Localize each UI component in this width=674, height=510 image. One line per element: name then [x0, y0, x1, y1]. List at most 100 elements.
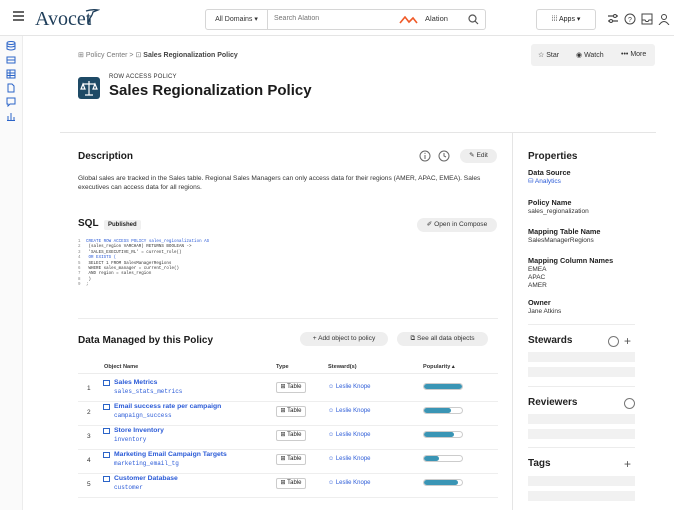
left-sidebar: [0, 36, 23, 510]
object-title[interactable]: Store Inventory: [114, 427, 164, 434]
description-text: Global sales are tracked in the Sales ta…: [78, 175, 481, 191]
table-header-divider: [78, 373, 498, 374]
object-title[interactable]: Email success rate per campaign: [114, 403, 221, 410]
document-icon[interactable]: [6, 83, 16, 93]
object-technical-name: marketing_email_tg: [114, 460, 179, 467]
star-button[interactable]: ☆ Star: [538, 51, 559, 59]
search-icon[interactable]: [468, 14, 479, 25]
object-title[interactable]: Marketing Email Campaign Targets: [114, 451, 227, 458]
edit-label: Edit: [476, 152, 488, 159]
grid-icon: ⊞: [280, 432, 286, 438]
col-stewards[interactable]: Steward(s): [328, 364, 357, 370]
steward-name: Leslie Knope: [335, 480, 371, 486]
description-heading: Description: [78, 151, 134, 162]
code-text: ;: [86, 283, 89, 288]
brand-logo[interactable]: Avocet: [35, 8, 91, 31]
table-row[interactable]: 1 Sales Metrics sales_stats_metrics ⊞ Ta…: [78, 378, 498, 402]
stewards-heading: Stewards: [528, 335, 573, 346]
search-brand: Alation: [425, 14, 448, 23]
watch-label: Watch: [584, 52, 604, 59]
watch-button[interactable]: ◉ Watch: [576, 51, 604, 59]
popularity-bar: [423, 407, 463, 414]
data-source-value: Analytics: [534, 178, 561, 185]
popularity-fill: [424, 432, 455, 437]
col-popularity[interactable]: Popularity ▴: [423, 364, 455, 370]
apps-grid-icon: ⁞⁞⁞: [551, 16, 558, 23]
bird-logo-icon: [85, 9, 100, 24]
placeholder-bar: [528, 367, 635, 377]
table-icon: [103, 380, 110, 386]
stewards-divider: [528, 386, 635, 387]
star-label: Star: [546, 52, 560, 59]
grid-icon: ⊞: [280, 456, 286, 462]
apps-button[interactable]: ⁞⁞⁞ Apps ▾: [536, 9, 596, 30]
data-source-label: Data Source: [528, 168, 571, 177]
menu-icon[interactable]: [13, 11, 24, 21]
code-text: (sales_region VARCHAR) RETURNS BOOLEAN -…: [86, 245, 192, 250]
breadcrumb-root[interactable]: Policy Center: [86, 52, 128, 59]
search-input[interactable]: [274, 15, 404, 22]
steward-name: Leslie Knope: [335, 384, 371, 390]
person-icon: ☺: [328, 456, 335, 462]
eye-icon: ◉: [576, 52, 583, 59]
chat-icon[interactable]: [6, 97, 16, 107]
database-icon[interactable]: [6, 41, 16, 51]
see-all-button[interactable]: ⧉ See all data objects: [397, 332, 488, 346]
code-text: SELECT 1 FROM SalesManagerRegions: [86, 261, 172, 266]
history-icon[interactable]: [624, 398, 635, 409]
data-source-link[interactable]: ⛁ Analytics: [528, 178, 561, 186]
stack-icon[interactable]: [6, 55, 16, 65]
add-steward-icon[interactable]: +: [624, 335, 631, 347]
more-label: More: [630, 51, 647, 58]
popularity-bar: [423, 479, 463, 486]
person-icon: ☺: [328, 432, 335, 438]
user-icon[interactable]: [658, 13, 670, 25]
open-in-compose-button[interactable]: ✐ Open in Compose: [417, 218, 497, 232]
add-tag-icon[interactable]: +: [624, 458, 631, 470]
object-technical-name: sales_stats_metrics: [114, 388, 183, 395]
steward-link[interactable]: ☺ Leslie Knope: [328, 480, 371, 486]
table-row[interactable]: 5 Customer Database customer ⊞ Table ☺ L…: [78, 474, 498, 498]
breadcrumb-separator: >: [129, 52, 134, 59]
compose-icon: ✐: [426, 221, 433, 228]
code-line: 9;: [78, 283, 498, 288]
table-row[interactable]: 4 Marketing Email Campaign Targets marke…: [78, 450, 498, 474]
edit-button[interactable]: ✎ Edit: [460, 149, 497, 163]
status-badge: Published: [104, 220, 141, 230]
domain-selector[interactable]: All Domains ▾: [206, 10, 268, 29]
analytics-icon[interactable]: [6, 111, 16, 121]
more-button[interactable]: ••• More: [621, 51, 646, 58]
inbox-icon[interactable]: [641, 13, 653, 25]
col-object-name[interactable]: Object Name: [104, 364, 138, 370]
person-icon: ☺: [328, 408, 335, 414]
table-row[interactable]: 3 Store Inventory inventory ⊞ Table ☺ Le…: [78, 426, 498, 450]
add-object-button[interactable]: + Add object to policy: [300, 332, 388, 346]
history-icon[interactable]: [438, 150, 450, 162]
history-icon[interactable]: [608, 336, 619, 347]
more-icon: •••: [621, 51, 629, 58]
code-text: 'SALES_EXECUTIVE_RL' = current_role(): [86, 250, 182, 255]
table-icon[interactable]: [6, 69, 16, 79]
info-icon[interactable]: [419, 150, 431, 162]
object-title[interactable]: Sales Metrics: [114, 379, 157, 386]
row-number: 4: [87, 457, 91, 464]
help-icon[interactable]: ?: [624, 13, 636, 25]
table-icon: [103, 428, 110, 434]
steward-link[interactable]: ☺ Leslie Knope: [328, 432, 371, 438]
database-icon: ⛁: [528, 178, 534, 185]
steward-link[interactable]: ☺ Leslie Knope: [328, 408, 371, 414]
steward-link[interactable]: ☺ Leslie Knope: [328, 456, 371, 462]
row-number: 1: [87, 385, 91, 392]
col-type[interactable]: Type: [276, 364, 289, 370]
table-icon: [103, 404, 110, 410]
object-technical-name: customer: [114, 484, 143, 491]
popularity-fill: [424, 456, 440, 461]
type-label: Table: [287, 384, 302, 390]
object-technical-name: inventory: [114, 436, 147, 443]
table-row[interactable]: 2 Email success rate per campaign campai…: [78, 402, 498, 426]
code-text: CREATE ROW ACCESS POLICY sales_regionali…: [86, 240, 210, 244]
settings-sliders-icon[interactable]: [607, 13, 619, 25]
object-title[interactable]: Customer Database: [114, 475, 178, 482]
steward-link[interactable]: ☺ Leslie Knope: [328, 384, 371, 390]
top-bar: Avocet All Domains ▾ Alation ⁞⁞⁞ Apps ▾ …: [0, 0, 674, 36]
